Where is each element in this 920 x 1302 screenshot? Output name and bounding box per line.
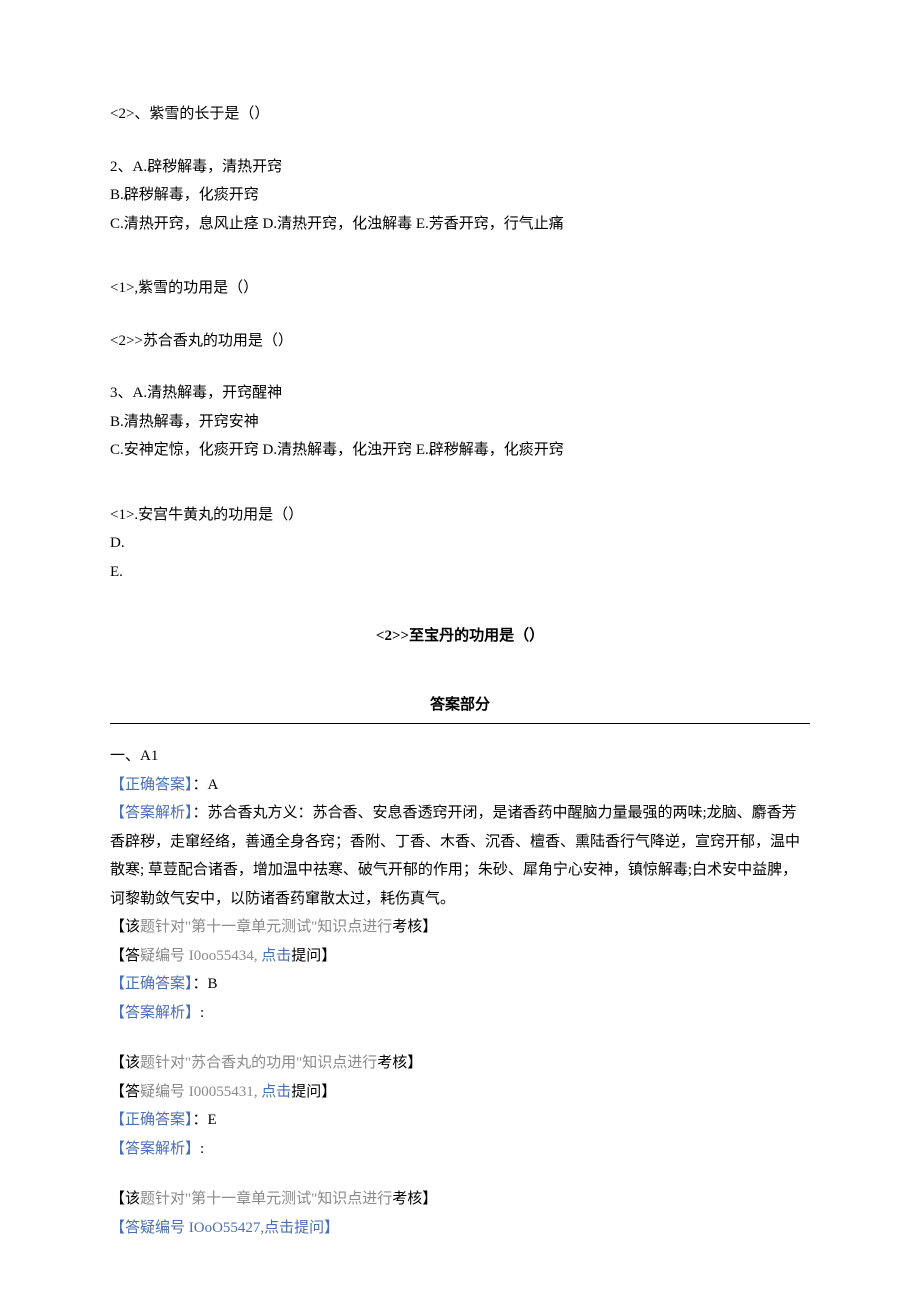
question-3-sub1: <1>.安宫牛黄丸的功用是（） D. E. [110, 501, 810, 587]
question-2-sub2: <2>>苏合香丸的功用是（） [110, 327, 810, 356]
a3-doubt[interactable]: 【答疑编号 IOoO55427,点击提问】 [110, 1214, 810, 1243]
a1-target-prefix: 【该 [110, 919, 140, 935]
a3-target-suffix: 考核】 [392, 1191, 437, 1207]
a3-analysis-label: 【答案解析】 [110, 1141, 200, 1157]
a1-analysis-text: ：苏合香丸方义：苏合香、安息香透窍开闭，是诸香药中醒脑力量最强的两味;龙脑、麝香… [110, 805, 800, 907]
question-2-1: <2>、紫雪的长于是（） [110, 100, 810, 129]
a1-doubt-click[interactable]: 点击 [261, 948, 291, 964]
a1-doubt: 【答疑编号 I0oo55434, 点击提问】 [110, 942, 810, 971]
a2-doubt-open: 【答 [110, 1084, 140, 1100]
a2-analysis-colon: : [200, 1005, 204, 1021]
a3-target: 【该题针对"第十一章单元测试"知识点进行考核】 [110, 1185, 810, 1214]
a1-target-suffix: 考核】 [392, 919, 437, 935]
a3-correct-val: ：E [193, 1112, 217, 1128]
a2-target: 【该题针对"苏合香丸的功用"知识点进行考核】 [110, 1049, 810, 1078]
a2-doubt-click[interactable]: 点击 [261, 1084, 291, 1100]
q3-opt-a: 3、A.清热解毒，开窍醒神 [110, 379, 810, 408]
q3-opt-b: B.清热解毒，开窍安神 [110, 408, 810, 437]
a2-target-mid: 题针对"苏合香丸的功用"知识点进行 [140, 1055, 377, 1071]
q2-opt-c: C.清热开窍，息风止痉 D.清热开窍，化浊解毒 E.芳香开窍，行气止痛 [110, 210, 810, 239]
a2-analysis-label: 【答案解析】 [110, 1005, 200, 1021]
a1-analysis-label: 【答案解析】 [110, 805, 193, 821]
q3-d: D. [110, 529, 810, 558]
a2-correct: 【正确答案】：B [110, 970, 810, 999]
a1-target-mid: 题针对"第十一章单元测试"知识点进行 [140, 919, 392, 935]
q3-sub1-text: <1>.安宫牛黄丸的功用是（） [110, 501, 810, 530]
q2-1-text: <2>、紫雪的长于是（） [110, 100, 810, 129]
a2-analysis: 【答案解析】: [110, 999, 810, 1028]
a2-doubt: 【答疑编号 I00055431, 点击提问】 [110, 1078, 810, 1107]
a3-correct: 【正确答案】：E [110, 1106, 810, 1135]
a1-target: 【该题针对"第十一章单元测试"知识点进行考核】 [110, 913, 810, 942]
a1-correct-label: 【正确答案】 [110, 777, 193, 793]
a2-target-prefix: 【该 [110, 1055, 140, 1071]
a1-analysis: 【答案解析】：苏合香丸方义：苏合香、安息香透窍开闭，是诸香药中醒脑力量最强的两味… [110, 799, 810, 913]
a3-target-prefix: 【该 [110, 1191, 140, 1207]
a3-target-mid: 题针对"第十一章单元测试"知识点进行 [140, 1191, 392, 1207]
q3-e: E. [110, 558, 810, 587]
a1-doubt-label: 疑编号 I0oo55434, [140, 948, 261, 964]
a1-doubt-open: 【答 [110, 948, 140, 964]
a1-correct: 【正确答案】：A [110, 771, 810, 800]
question-3-options: 3、A.清热解毒，开窍醒神 B.清热解毒，开窍安神 C.安神定惊，化痰开窍 D.… [110, 379, 810, 465]
a3-analysis: 【答案解析】: [110, 1135, 810, 1164]
a2-correct-val: ：B [193, 976, 218, 992]
answer-section-title: 答案部分 [110, 691, 810, 725]
a2-doubt-label: 疑编号 I00055431, [140, 1084, 261, 1100]
q3-sub2-text: <2>>至宝丹的功用是（） [376, 628, 544, 644]
a1-correct-val: ：A [193, 777, 219, 793]
q2-opt-b: B.辟秽解毒，化痰开窍 [110, 181, 810, 210]
a2-target-suffix: 考核】 [377, 1055, 422, 1071]
q3-opt-c: C.安神定惊，化痰开窍 D.清热解毒，化浊开窍 E.辟秽解毒，化痰开窍 [110, 436, 810, 465]
a1-doubt-close: 提问】 [291, 948, 336, 964]
answer-section-text: 答案部分 [430, 697, 490, 713]
question-3-sub2: <2>>至宝丹的功用是（） [110, 622, 810, 651]
a2-correct-label: 【正确答案】 [110, 976, 193, 992]
q2-opt-a: 2、A.辟秽解毒，清热开窍 [110, 153, 810, 182]
document-page: <2>、紫雪的长于是（） 2、A.辟秽解毒，清热开窍 B.辟秽解毒，化痰开窍 C… [0, 0, 920, 1302]
question-2-options: 2、A.辟秽解毒，清热开窍 B.辟秽解毒，化痰开窍 C.清热开窍，息风止痉 D.… [110, 153, 810, 239]
question-2-sub1: <1>,紫雪的功用是（） [110, 274, 810, 303]
a2-doubt-close: 提问】 [291, 1084, 336, 1100]
q2-sub1-text: <1>,紫雪的功用是（） [110, 274, 810, 303]
a3-correct-label: 【正确答案】 [110, 1112, 193, 1128]
q2-sub2-text: <2>>苏合香丸的功用是（） [110, 327, 810, 356]
a3-analysis-colon: : [200, 1141, 204, 1157]
a1-heading: 一、A1 [110, 742, 810, 771]
